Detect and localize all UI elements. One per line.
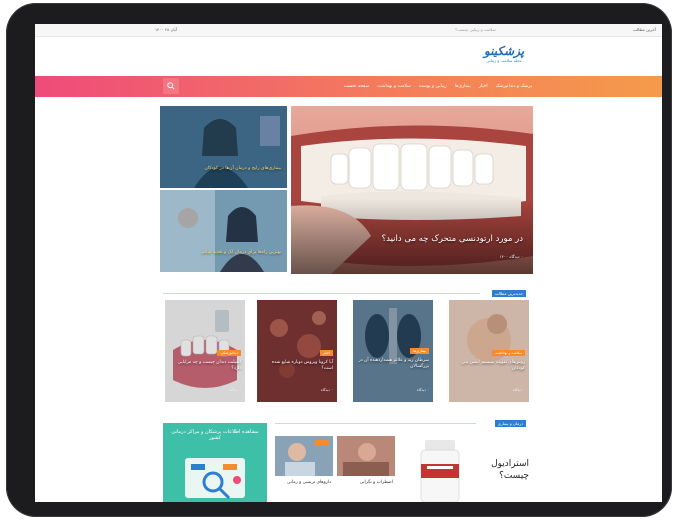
site-logo[interactable]: پزشکینو مجله سلامت و زیبایی [476, 44, 532, 70]
bottom-card-2[interactable]: داروهای تریسی و رمانی [275, 436, 333, 502]
doctors-directory-banner[interactable]: مشاهده اطلاعات پزشکان و مراکز درمانی کشو… [163, 423, 267, 502]
post-tile-2-meta: ۰ دیدگاه [416, 388, 429, 392]
post-tile-1-meta: ۰ دیدگاه [512, 388, 525, 392]
top-info-bar: آخرین مطالب سلامت و زیبایی چیست؟ ۱۴۰۰ آب… [35, 24, 662, 37]
tablet-frame: آخرین مطالب سلامت و زیبایی چیست؟ ۱۴۰۰ آب… [6, 3, 672, 517]
bottom-card-1-image [337, 436, 395, 476]
nav-item-home[interactable]: صفحه نخست [344, 84, 369, 89]
bottom-card-1[interactable]: اضطراب و نگرانی [337, 436, 395, 502]
health-section-title[interactable]: درمان و بیماری [494, 420, 526, 427]
post-tile-1-badge[interactable]: سلامت و بهداشت [492, 350, 525, 356]
side-card-2-title: بهترین راه‌ها برای درمان لک و تغذیه سالم [201, 250, 281, 255]
bottom-headline[interactable]: استرادیول چیست؟ [485, 458, 529, 482]
bottom-card-1-title[interactable]: اضطراب و نگرانی [339, 480, 393, 486]
post-tile-4-meta: ۰ دیدگاه [228, 388, 241, 392]
map-search-illustration [185, 458, 245, 500]
nav-items: صفحه نخست سلامت و بهداشت زیبایی و پوست ب… [344, 76, 532, 97]
bottom-featured[interactable]: استرادیول چیست؟ [413, 436, 533, 502]
medicine-bottle-image [420, 440, 460, 502]
post-tile-3-title[interactable]: آیا کرونا ویروس دوباره شایع شده است؟ [261, 360, 333, 372]
logo-subtitle: مجله سلامت و زیبایی [486, 58, 522, 63]
post-tile-1-title[interactable]: روش‌های تقویت سیستم ایمنی بدن کودکان [453, 360, 525, 372]
search-button[interactable] [163, 78, 179, 94]
post-tile-3-badge[interactable]: اخبار [319, 350, 333, 356]
post-tile-4-badge[interactable]: دندانپزشکی [217, 350, 241, 356]
section-divider [163, 293, 480, 294]
section-divider [275, 423, 476, 424]
search-icon [167, 82, 175, 90]
main-nav: صفحه نخست سلامت و بهداشت زیبایی و پوست ب… [35, 76, 662, 97]
side-card-2[interactable]: بهترین راه‌ها برای درمان لک و تغذیه سالم [160, 190, 287, 272]
hero-card[interactable]: در مورد ارتودنسی متحرک چه می دانید؟ ۰ دی… [291, 106, 533, 274]
post-tile-3[interactable]: اخبار آیا کرونا ویروس دوباره شایع شده اس… [257, 300, 337, 402]
ticker-text[interactable]: سلامت و زیبایی چیست؟ [455, 27, 496, 32]
bottom-card-2-title[interactable]: داروهای تریسی و رمانی [277, 480, 331, 486]
post-tile-3-meta: ۰ دیدگاه [320, 388, 333, 392]
hero-title[interactable]: در مورد ارتودنسی متحرک چه می دانید؟ [382, 234, 523, 244]
nav-item-beauty[interactable]: زیبایی و پوست [419, 84, 447, 89]
bottom-card-2-image [275, 436, 333, 476]
post-tile-2[interactable]: بیماری‌ها سرطان ریه و علائم هشداردهنده آ… [353, 300, 433, 402]
latest-section-header: جدیدترین مطالب [163, 290, 526, 297]
hero-teeth-image [291, 106, 533, 274]
post-tile-1[interactable]: سلامت و بهداشت روش‌های تقویت سیستم ایمنی… [449, 300, 529, 402]
date-text: ۱۴۰۰ آبان ۲۸ [155, 27, 177, 32]
side-card-1[interactable]: بیماری‌های رایج و درمان آن‌ها در کودکان [160, 106, 287, 188]
post-tile-4-title[interactable]: ایمپلنت دندان چیست و چه مزایایی دارد؟ [169, 360, 241, 372]
side-card-1-title: بیماری‌های رایج و درمان آن‌ها در کودکان [204, 166, 281, 171]
logo-text: پزشکینو [483, 44, 525, 58]
hero-meta: ۰ دیدگاه ۱۴۰۰ [499, 254, 523, 259]
nav-item-news[interactable]: اخبار [479, 84, 488, 89]
latest-posts-label: آخرین مطالب [632, 27, 656, 32]
nav-item-diseases[interactable]: بیماری‌ها [455, 84, 471, 89]
nav-item-health[interactable]: سلامت و بهداشت [377, 84, 410, 89]
nav-item-doctors[interactable]: پزشک و دندانپزشک [496, 84, 532, 89]
side-card-2-image [160, 190, 287, 272]
post-tile-4[interactable]: دندانپزشکی ایمپلنت دندان چیست و چه مزایا… [165, 300, 245, 402]
latest-section-title[interactable]: جدیدترین مطالب [491, 290, 526, 297]
side-card-1-image [160, 106, 287, 188]
directory-banner-text: مشاهده اطلاعات پزشکان و مراکز درمانی کشو… [171, 429, 259, 441]
browser-viewport: آخرین مطالب سلامت و زیبایی چیست؟ ۱۴۰۰ آب… [35, 24, 662, 502]
post-tile-2-title[interactable]: سرطان ریه و علائم هشداردهنده آن در بزرگس… [357, 358, 429, 370]
post-tile-2-badge[interactable]: بیماری‌ها [410, 348, 429, 354]
health-section-header: درمان و بیماری [275, 420, 526, 427]
